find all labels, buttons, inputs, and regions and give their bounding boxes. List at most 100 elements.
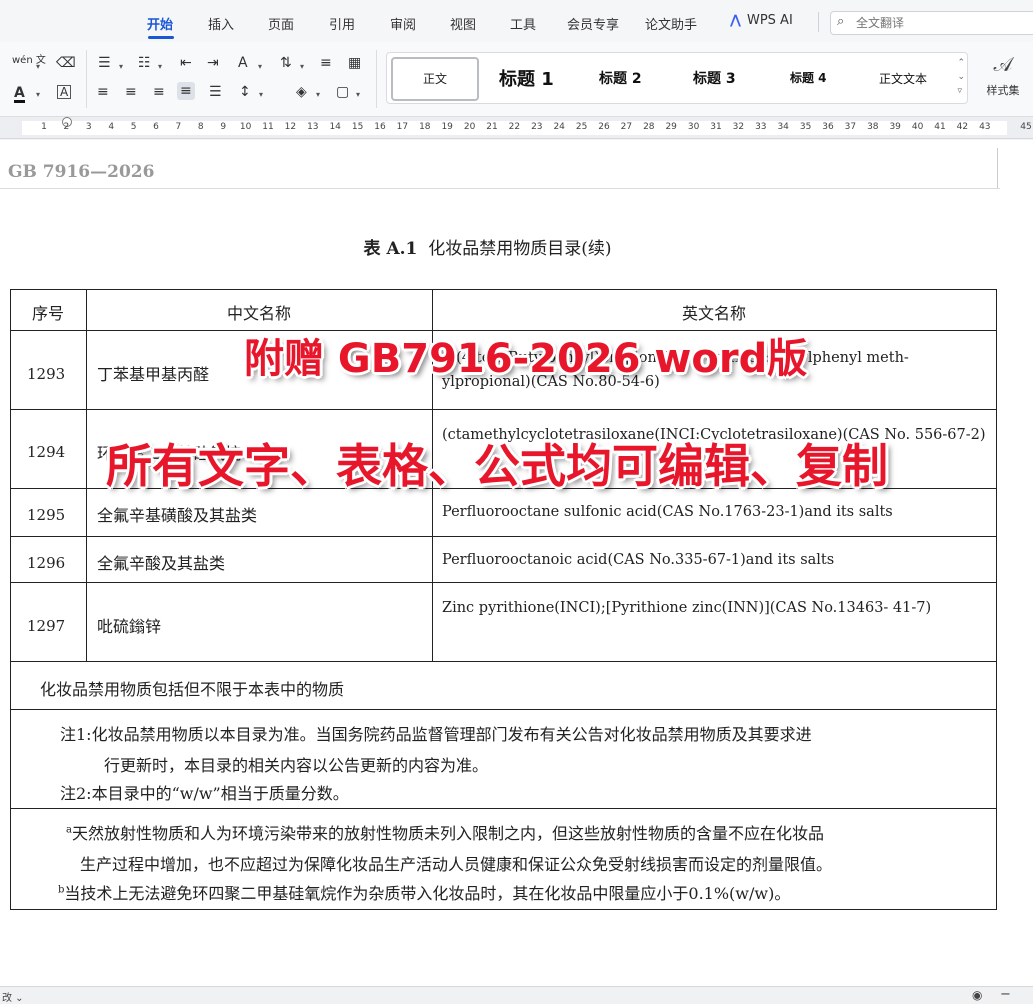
ruler-tick: 34 xyxy=(777,122,789,132)
tab-tools[interactable]: 工具 xyxy=(510,14,536,33)
tab-view[interactable]: 视图 xyxy=(450,14,476,33)
tab-references[interactable]: 引用 xyxy=(329,14,355,33)
ruler-tick: 30 xyxy=(687,122,700,132)
character-border-icon[interactable]: A xyxy=(57,85,72,99)
ruler-tick: 8 xyxy=(197,122,204,132)
footnote-b-text: 当技术上无法避免环四聚二甲基硅氧烷作为杂质带入化妆品时，其在化妆品中限量应小于0… xyxy=(64,884,791,903)
status-left-control[interactable]: 改 ⌄ xyxy=(2,989,24,1004)
line-spacing-icon[interactable]: ≡ xyxy=(320,56,332,70)
style-body-text[interactable]: 正文文本 xyxy=(879,70,927,87)
footnote-a-line-2: 生产过程中增加，也不应超过为保障化妆品生产活动人员健康和保证公众免受射线损害而设… xyxy=(80,855,833,874)
distributed-align-icon[interactable]: ☰ xyxy=(209,85,222,99)
shading-icon[interactable]: ◈ xyxy=(296,85,307,99)
ruler-tick: 19 xyxy=(441,122,453,132)
ruler-tick: 23 xyxy=(531,122,543,132)
chevron-down-icon[interactable]: ▾ xyxy=(158,62,162,71)
zoom-out-icon[interactable]: − xyxy=(1000,987,1011,1002)
ruler-tick: 36 xyxy=(822,122,834,132)
phonetic-guide-icon[interactable]: wén 文 xyxy=(12,56,46,66)
active-tab-indicator xyxy=(148,36,174,39)
table-row-chinese-name: 丁苯基甲基丙醛 xyxy=(97,365,210,384)
table-border xyxy=(996,289,997,910)
ruler-tick: 13 xyxy=(307,122,319,132)
columns-icon[interactable]: ▦ xyxy=(348,56,361,70)
table-row-number: 1297 xyxy=(27,617,66,635)
horizontal-ruler[interactable]: 1 2 3 4 5 6 7 8 9 10 11 12 13 14 15 16 17 18 19 20 21 22 23 24 2… xyxy=(0,117,1033,139)
ruler-tick: 12 xyxy=(284,122,297,132)
align-center-icon[interactable]: ≡ xyxy=(125,85,137,99)
style-heading-2[interactable]: 标题 2 xyxy=(599,68,642,88)
ruler-tick: 18 xyxy=(419,122,431,132)
ruler-tick: 45 xyxy=(1020,122,1032,132)
ruler-tick: 31 xyxy=(710,122,722,132)
chevron-down-icon[interactable]: ▾ xyxy=(300,62,304,71)
document-page[interactable]: GB 7916—2026 表 A.1 化妆品禁用物质目录(续) 序号 中文名称 … xyxy=(0,140,1033,986)
eye-icon[interactable]: ◉ xyxy=(972,988,982,1002)
table-border xyxy=(10,582,997,583)
chevron-down-icon[interactable]: ▾ xyxy=(258,62,262,71)
tab-insert[interactable]: 插入 xyxy=(208,14,234,33)
ruler-tick: 32 xyxy=(732,122,745,132)
footnote-b: b当技术上无法避免环四聚二甲基硅氧烷作为杂质带入化妆品时，其在化妆品中限量应小于… xyxy=(58,880,790,904)
menu-separator xyxy=(818,12,819,32)
ruler-tick: 37 xyxy=(844,122,857,132)
chevron-down-icon[interactable]: ▾ xyxy=(259,90,263,99)
style-set-button[interactable]: 𝒜 样式集 xyxy=(978,52,1028,98)
chevron-down-icon[interactable]: ▾ xyxy=(316,90,320,99)
tab-home[interactable]: 开始 xyxy=(147,14,173,33)
column-header-chinese-name: 中文名称 xyxy=(226,304,291,323)
align-right-icon[interactable]: ≡ xyxy=(153,85,165,99)
status-bar: 改 ⌄ ◉ − xyxy=(0,986,1033,1004)
wps-ai-icon: ⋀ xyxy=(730,13,741,28)
tab-review[interactable]: 审阅 xyxy=(390,14,416,33)
ruler-tick: 33 xyxy=(755,122,767,132)
column-header-english-name: 英文名称 xyxy=(681,304,746,323)
style-heading-1[interactable]: 标题 1 xyxy=(499,65,554,91)
ruler-tick: 15 xyxy=(351,122,364,132)
ruler-tick: 9 xyxy=(220,122,227,132)
sort-icon[interactable]: ⇅ xyxy=(280,56,292,70)
chevron-down-icon[interactable]: ▾ xyxy=(36,90,40,99)
wps-ai-button[interactable]: ⋀ WPS AI xyxy=(730,13,793,28)
gallery-scroll-arrows[interactable]: ⌃ ⌄ ▿ xyxy=(957,56,965,98)
table-row-number: 1295 xyxy=(27,506,66,524)
ruler-tick: 11 xyxy=(262,122,274,132)
table-caption: 化妆品禁用物质目录(续) xyxy=(428,239,612,259)
chevron-down-icon[interactable]: ▾ xyxy=(119,62,123,71)
style-normal[interactable]: 正文 xyxy=(391,57,479,101)
search-box[interactable]: ⌕ xyxy=(830,11,1033,35)
table-row-chinese-name: 全氟辛基磺酸及其盐类 xyxy=(97,506,258,525)
ruler-tick: 14 xyxy=(329,122,341,132)
ruler-tick: 6 xyxy=(153,122,159,132)
toolbar-separator xyxy=(86,50,87,108)
paragraph-spacing-icon[interactable]: ↕ xyxy=(239,85,251,99)
tab-member[interactable]: 会员专享 xyxy=(567,14,619,33)
ruler-tick: 22 xyxy=(508,122,521,132)
ruler-tick: 1 xyxy=(41,122,47,132)
document-area[interactable]: GB 7916—2026 表 A.1 化妆品禁用物质目录(续) 序号 中文名称 … xyxy=(0,140,1033,986)
search-input[interactable] xyxy=(856,14,1026,32)
bullets-icon[interactable]: ☰ xyxy=(98,56,111,70)
table-title: 表 A.1 化妆品禁用物质目录(续) xyxy=(0,234,975,259)
text-direction-icon[interactable]: A xyxy=(238,56,248,70)
note-1-line-1: 注1:化妆品禁用物质以本目录为准。当国务院药品监督管理部门发布有关公告对化妆品禁… xyxy=(60,725,812,744)
decrease-indent-icon[interactable]: ⇤ xyxy=(180,56,192,70)
align-left-icon[interactable]: ≡ xyxy=(97,85,109,99)
table-border xyxy=(10,808,997,809)
ruler-tick: 16 xyxy=(374,122,386,132)
footnote-a-text: 天然放射性物质和人为环境污染带来的放射性物质未列入限制之内，但这些放射性物质的含… xyxy=(71,824,824,843)
table-row-english-name: Perfluorooctanoic acid(CAS No.335-67-1)a… xyxy=(442,552,835,568)
style-heading-3[interactable]: 标题 3 xyxy=(693,68,736,88)
style-heading-4[interactable]: 标题 4 xyxy=(790,69,827,86)
increase-indent-icon[interactable]: ⇥ xyxy=(207,56,219,70)
numbering-icon[interactable]: ☷ xyxy=(138,56,151,70)
tab-page[interactable]: 页面 xyxy=(268,14,294,33)
chevron-down-icon[interactable]: ▾ xyxy=(36,62,40,71)
tab-thesis-assistant[interactable]: 论文助手 xyxy=(645,14,697,33)
chevron-down-icon[interactable]: ▾ xyxy=(356,90,360,99)
eraser-icon[interactable]: ⌫ xyxy=(56,56,76,70)
borders-icon[interactable]: ▢ xyxy=(336,85,349,99)
font-color-icon[interactable]: A xyxy=(14,86,25,103)
wps-ai-label: WPS AI xyxy=(746,13,793,28)
justify-icon[interactable]: ≡ xyxy=(177,82,195,100)
